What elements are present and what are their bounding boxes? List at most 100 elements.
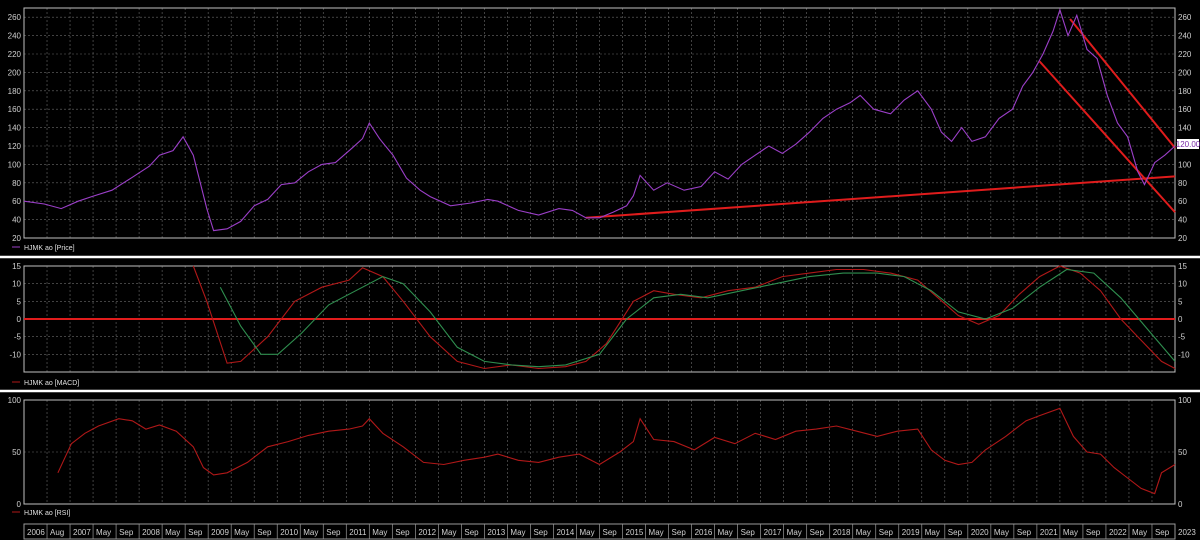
stock-chart: 2020404060608080100100120120140140160160… [0, 7, 1200, 540]
y-tick-label-right: 200 [1178, 68, 1192, 77]
x-tick-label: Sep [395, 528, 410, 537]
x-tick-label: 2023 [1178, 528, 1196, 537]
x-tick-label: May [510, 528, 525, 537]
x-tick-label: Sep [533, 528, 548, 537]
x-tick-label: Sep [879, 528, 894, 537]
x-tick-label: 2017 [764, 528, 782, 537]
x-tick-label: May [234, 528, 249, 537]
y-tick-label-left: 200 [8, 68, 22, 77]
x-tick-label: Sep [603, 528, 618, 537]
y-tick-label-left: 50 [12, 448, 21, 457]
x-tick-label: May [856, 528, 871, 537]
x-tick-label: Sep [1017, 528, 1032, 537]
y-tick-label-left: 220 [8, 50, 22, 59]
rsi-legend-label: HJMK ao [RSI] [24, 510, 70, 517]
y-tick-label-left: -5 [14, 333, 22, 342]
x-tick-label: 2012 [418, 528, 436, 537]
x-tick-label: 2018 [833, 528, 851, 537]
x-tick-label: Sep [1155, 528, 1170, 537]
x-tick-label: Sep [810, 528, 825, 537]
x-tick-label: 2021 [1040, 528, 1058, 537]
x-tick-label: Sep [188, 528, 203, 537]
x-tick-label: Sep [464, 528, 479, 537]
y-tick-label-right: 5 [1178, 297, 1183, 306]
y-tick-label-right: 220 [1178, 50, 1192, 59]
y-tick-label-right: 15 [1178, 262, 1187, 271]
price-plot-frame [23, 7, 1176, 239]
y-tick-label-right: 0 [1178, 500, 1183, 509]
y-tick-label-left: 120 [8, 142, 22, 151]
y-tick-label-right: 60 [1178, 197, 1187, 206]
y-tick-label-left: 80 [12, 179, 21, 188]
macd-legend-label: HJMK ao [MACD] [24, 380, 79, 387]
macd-series-macd [192, 265, 1176, 370]
x-tick-label: Sep [119, 528, 134, 537]
x-tick-label: 2020 [971, 528, 989, 537]
y-tick-label-right: 160 [1178, 105, 1192, 114]
x-tick-label: May [718, 528, 733, 537]
x-tick-label: May [165, 528, 180, 537]
y-tick-label-left: 240 [8, 32, 22, 41]
y-tick-label-left: 140 [8, 124, 22, 133]
y-tick-label-left: 180 [8, 87, 22, 96]
x-tick-label: 2007 [73, 528, 91, 537]
y-tick-label-right: 260 [1178, 13, 1192, 22]
x-tick-label: May [787, 528, 802, 537]
x-tick-label: May [441, 528, 456, 537]
x-tick-label: Aug [50, 528, 64, 537]
y-tick-label-right: 50 [1178, 448, 1187, 457]
y-tick-label-right: 0 [1178, 315, 1183, 324]
y-tick-label-left: 5 [17, 297, 22, 306]
y-tick-label-left: 160 [8, 105, 22, 114]
y-tick-label-left: -10 [9, 350, 21, 359]
y-tick-label-right: 20 [1178, 234, 1187, 243]
y-tick-label-right: -5 [1178, 333, 1186, 342]
y-tick-label-right: 180 [1178, 87, 1192, 96]
x-tick-label: 2014 [556, 528, 574, 537]
x-tick-label: May [372, 528, 387, 537]
price-panel: 2020404060608080100100120120140140160160… [8, 7, 1192, 243]
x-tick-label: 2022 [1109, 528, 1127, 537]
y-tick-label-left: 260 [8, 13, 22, 22]
x-tick-label: 2016 [695, 528, 713, 537]
y-tick-label-left: 15 [12, 262, 21, 271]
price-legend-label: HJMK ao [Price] [24, 245, 75, 252]
x-tick-label: May [1132, 528, 1147, 537]
y-tick-label-right: 80 [1178, 179, 1187, 188]
x-tick-label: Sep [741, 528, 756, 537]
y-tick-label-left: 0 [17, 315, 22, 324]
y-tick-label-left: 100 [8, 396, 22, 405]
x-axis: 2006 Aug 2007 May Sep 2008 May Sep 2009 May Sep 201… [23, 523, 1196, 540]
y-tick-label-left: 10 [12, 280, 21, 289]
trendline-3 [1069, 18, 1176, 149]
x-tick-label: Sep [672, 528, 687, 537]
x-tick-label: Sep [326, 528, 341, 537]
y-tick-label-right: 40 [1178, 216, 1187, 225]
x-tick-label: 2010 [280, 528, 298, 537]
x-tick-label: Sep [1086, 528, 1101, 537]
y-tick-label-right: 100 [1178, 396, 1192, 405]
y-tick-label-right: -10 [1178, 350, 1190, 359]
y-tick-label-right: 100 [1178, 160, 1192, 169]
y-tick-label-left: 100 [8, 160, 22, 169]
y-tick-label-left: 0 [17, 500, 22, 509]
y-tick-label-left: 20 [12, 234, 21, 243]
x-tick-label: May [303, 528, 318, 537]
rsi-panel: 0 0 50 50 100 100 [8, 396, 1192, 509]
y-tick-label-right: 140 [1178, 124, 1192, 133]
x-tick-label: May [96, 528, 111, 537]
x-tick-label: Sep [948, 528, 963, 537]
x-tick-label: May [1063, 528, 1078, 537]
x-tick-label: May [994, 528, 1009, 537]
y-tick-label-left: 40 [12, 216, 21, 225]
y-tick-label-right: 240 [1178, 32, 1192, 41]
x-tick-label: 2015 [626, 528, 644, 537]
y-tick-label-right: 10 [1178, 280, 1187, 289]
y-tick-label-left: 60 [12, 197, 21, 206]
x-tick-label: 2006 [27, 528, 45, 537]
x-tick-label: May [649, 528, 664, 537]
x-tick-label: Sep [257, 528, 272, 537]
x-tick-label: 2019 [902, 528, 920, 537]
x-tick-label: 2011 [349, 528, 367, 537]
x-tick-label: 2009 [211, 528, 229, 537]
